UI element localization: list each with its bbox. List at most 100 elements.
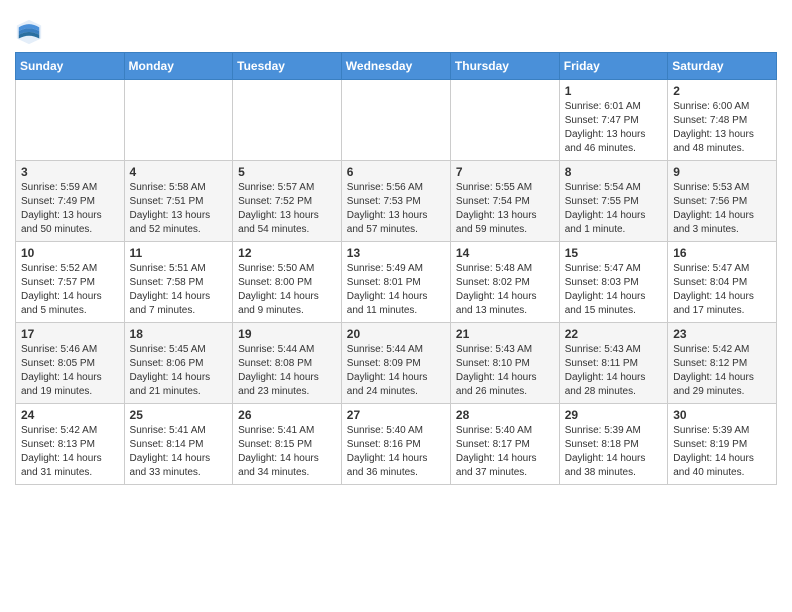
calendar-cell: 3Sunrise: 5:59 AM Sunset: 7:49 PM Daylig… bbox=[16, 161, 125, 242]
day-info: Sunrise: 5:43 AM Sunset: 8:11 PM Dayligh… bbox=[565, 343, 662, 399]
day-info: Sunrise: 5:50 AM Sunset: 8:00 PM Dayligh… bbox=[238, 262, 336, 318]
day-number: 1 bbox=[565, 84, 662, 98]
calendar-cell: 17 Sunrise: 5:46 AM Sunset: 8:05 PM Dayli… bbox=[16, 323, 125, 404]
weekday-header-monday: Monday bbox=[124, 53, 233, 80]
calendar-week-row-4: 17 Sunrise: 5:46 AM Sunset: 8:05 PM Dayli… bbox=[16, 323, 777, 404]
calendar-cell: 1 Sunrise: 6:01 AM Sunset: 7:47 PM Daylig… bbox=[559, 80, 667, 161]
day-info: Sunrise: 5:57 AM Sunset: 7:52 PM Dayligh… bbox=[238, 181, 336, 237]
day-number: 12 bbox=[238, 246, 336, 260]
calendar-cell: 23Sunrise: 5:42 AM Sunset: 8:12 PM Dayli… bbox=[668, 323, 777, 404]
calendar-cell: 6 Sunrise: 5:56 AM Sunset: 7:53 PM Daylig… bbox=[341, 161, 450, 242]
calendar-cell: 7 Sunrise: 5:55 AM Sunset: 7:54 PM Daylig… bbox=[450, 161, 559, 242]
day-number: 27 bbox=[347, 408, 445, 422]
calendar-cell: 9Sunrise: 5:53 AM Sunset: 7:56 PM Daylig… bbox=[668, 161, 777, 242]
calendar-cell bbox=[341, 80, 450, 161]
weekday-header-tuesday: Tuesday bbox=[233, 53, 342, 80]
day-info: Sunrise: 5:58 AM Sunset: 7:51 PM Dayligh… bbox=[130, 181, 228, 237]
day-info: Sunrise: 5:43 AM Sunset: 8:10 PM Dayligh… bbox=[456, 343, 554, 399]
calendar-cell: 8 Sunrise: 5:54 AM Sunset: 7:55 PM Daylig… bbox=[559, 161, 667, 242]
day-info: Sunrise: 5:45 AM Sunset: 8:06 PM Dayligh… bbox=[130, 343, 228, 399]
day-number: 23 bbox=[673, 327, 771, 341]
day-number: 21 bbox=[456, 327, 554, 341]
day-number: 10 bbox=[21, 246, 119, 260]
day-info: Sunrise: 5:56 AM Sunset: 7:53 PM Dayligh… bbox=[347, 181, 445, 237]
calendar-cell bbox=[450, 80, 559, 161]
calendar-cell: 14 Sunrise: 5:48 AM Sunset: 8:02 PM Dayli… bbox=[450, 242, 559, 323]
logo bbox=[15, 18, 47, 46]
day-info: Sunrise: 5:44 AM Sunset: 8:09 PM Dayligh… bbox=[347, 343, 445, 399]
calendar-cell: 15Sunrise: 5:47 AM Sunset: 8:03 PM Dayli… bbox=[559, 242, 667, 323]
day-info: Sunrise: 5:48 AM Sunset: 8:02 PM Dayligh… bbox=[456, 262, 554, 318]
day-number: 7 bbox=[456, 165, 554, 179]
calendar-cell: 18 Sunrise: 5:45 AM Sunset: 8:06 PM Dayli… bbox=[124, 323, 233, 404]
day-number: 13 bbox=[347, 246, 445, 260]
day-number: 15 bbox=[565, 246, 662, 260]
day-number: 19 bbox=[238, 327, 336, 341]
calendar-header-row: SundayMondayTuesdayWednesdayThursdayFrid… bbox=[16, 53, 777, 80]
logo-icon bbox=[15, 18, 43, 46]
calendar-cell: 30 Sunrise: 5:39 AM Sunset: 8:19 PM Dayli… bbox=[668, 404, 777, 485]
day-info: Sunrise: 5:47 AM Sunset: 8:04 PM Dayligh… bbox=[673, 262, 771, 318]
calendar-cell: 27 Sunrise: 5:40 AM Sunset: 8:16 PM Dayli… bbox=[341, 404, 450, 485]
calendar-cell: 29 Sunrise: 5:39 AM Sunset: 8:18 PM Dayli… bbox=[559, 404, 667, 485]
day-number: 29 bbox=[565, 408, 662, 422]
day-info: Sunrise: 5:39 AM Sunset: 8:18 PM Dayligh… bbox=[565, 424, 662, 480]
day-info: Sunrise: 5:54 AM Sunset: 7:55 PM Dayligh… bbox=[565, 181, 662, 237]
page-header bbox=[15, 10, 777, 46]
calendar-cell: 2 Sunrise: 6:00 AM Sunset: 7:48 PM Daylig… bbox=[668, 80, 777, 161]
day-info: Sunrise: 5:42 AM Sunset: 8:13 PM Dayligh… bbox=[21, 424, 119, 480]
calendar-week-row-5: 24 Sunrise: 5:42 AM Sunset: 8:13 PM Dayli… bbox=[16, 404, 777, 485]
calendar-cell bbox=[233, 80, 342, 161]
calendar-cell: 20 Sunrise: 5:44 AM Sunset: 8:09 PM Dayli… bbox=[341, 323, 450, 404]
day-info: Sunrise: 6:00 AM Sunset: 7:48 PM Dayligh… bbox=[673, 100, 771, 156]
calendar-cell: 11Sunrise: 5:51 AM Sunset: 7:58 PM Dayli… bbox=[124, 242, 233, 323]
calendar-cell: 12 Sunrise: 5:50 AM Sunset: 8:00 PM Dayli… bbox=[233, 242, 342, 323]
day-info: Sunrise: 5:44 AM Sunset: 8:08 PM Dayligh… bbox=[238, 343, 336, 399]
day-number: 9 bbox=[673, 165, 771, 179]
calendar-week-row-3: 10 Sunrise: 5:52 AM Sunset: 7:57 PM Dayli… bbox=[16, 242, 777, 323]
day-number: 25 bbox=[130, 408, 228, 422]
calendar-cell: 13 Sunrise: 5:49 AM Sunset: 8:01 PM Dayli… bbox=[341, 242, 450, 323]
calendar-cell: 22 Sunrise: 5:43 AM Sunset: 8:11 PM Dayli… bbox=[559, 323, 667, 404]
day-info: Sunrise: 5:40 AM Sunset: 8:17 PM Dayligh… bbox=[456, 424, 554, 480]
day-number: 14 bbox=[456, 246, 554, 260]
calendar-cell: 25 Sunrise: 5:41 AM Sunset: 8:14 PM Dayli… bbox=[124, 404, 233, 485]
day-number: 16 bbox=[673, 246, 771, 260]
calendar-table: SundayMondayTuesdayWednesdayThursdayFrid… bbox=[15, 52, 777, 485]
day-number: 24 bbox=[21, 408, 119, 422]
calendar-cell: 28 Sunrise: 5:40 AM Sunset: 8:17 PM Dayli… bbox=[450, 404, 559, 485]
day-info: Sunrise: 5:52 AM Sunset: 7:57 PM Dayligh… bbox=[21, 262, 119, 318]
day-info: Sunrise: 5:59 AM Sunset: 7:49 PM Dayligh… bbox=[21, 181, 119, 237]
calendar-week-row-1: 1 Sunrise: 6:01 AM Sunset: 7:47 PM Daylig… bbox=[16, 80, 777, 161]
day-number: 28 bbox=[456, 408, 554, 422]
calendar-cell: 5 Sunrise: 5:57 AM Sunset: 7:52 PM Daylig… bbox=[233, 161, 342, 242]
day-number: 2 bbox=[673, 84, 771, 98]
day-number: 11 bbox=[130, 246, 228, 260]
day-info: Sunrise: 5:49 AM Sunset: 8:01 PM Dayligh… bbox=[347, 262, 445, 318]
day-info: Sunrise: 5:55 AM Sunset: 7:54 PM Dayligh… bbox=[456, 181, 554, 237]
day-number: 30 bbox=[673, 408, 771, 422]
calendar-cell: 24 Sunrise: 5:42 AM Sunset: 8:13 PM Dayli… bbox=[16, 404, 125, 485]
day-info: Sunrise: 5:41 AM Sunset: 8:14 PM Dayligh… bbox=[130, 424, 228, 480]
calendar-cell: 26Sunrise: 5:41 AM Sunset: 8:15 PM Dayli… bbox=[233, 404, 342, 485]
weekday-header-thursday: Thursday bbox=[450, 53, 559, 80]
day-info: Sunrise: 6:01 AM Sunset: 7:47 PM Dayligh… bbox=[565, 100, 662, 156]
weekday-header-wednesday: Wednesday bbox=[341, 53, 450, 80]
day-number: 6 bbox=[347, 165, 445, 179]
day-number: 17 bbox=[21, 327, 119, 341]
calendar-cell bbox=[16, 80, 125, 161]
calendar-cell: 4Sunrise: 5:58 AM Sunset: 7:51 PM Daylig… bbox=[124, 161, 233, 242]
day-number: 18 bbox=[130, 327, 228, 341]
day-number: 5 bbox=[238, 165, 336, 179]
day-number: 20 bbox=[347, 327, 445, 341]
day-info: Sunrise: 5:40 AM Sunset: 8:16 PM Dayligh… bbox=[347, 424, 445, 480]
weekday-header-sunday: Sunday bbox=[16, 53, 125, 80]
day-number: 22 bbox=[565, 327, 662, 341]
day-info: Sunrise: 5:41 AM Sunset: 8:15 PM Dayligh… bbox=[238, 424, 336, 480]
day-info: Sunrise: 5:39 AM Sunset: 8:19 PM Dayligh… bbox=[673, 424, 771, 480]
day-info: Sunrise: 5:46 AM Sunset: 8:05 PM Dayligh… bbox=[21, 343, 119, 399]
weekday-header-saturday: Saturday bbox=[668, 53, 777, 80]
calendar-cell: 16 Sunrise: 5:47 AM Sunset: 8:04 PM Dayli… bbox=[668, 242, 777, 323]
day-number: 8 bbox=[565, 165, 662, 179]
calendar-cell: 19 Sunrise: 5:44 AM Sunset: 8:08 PM Dayli… bbox=[233, 323, 342, 404]
